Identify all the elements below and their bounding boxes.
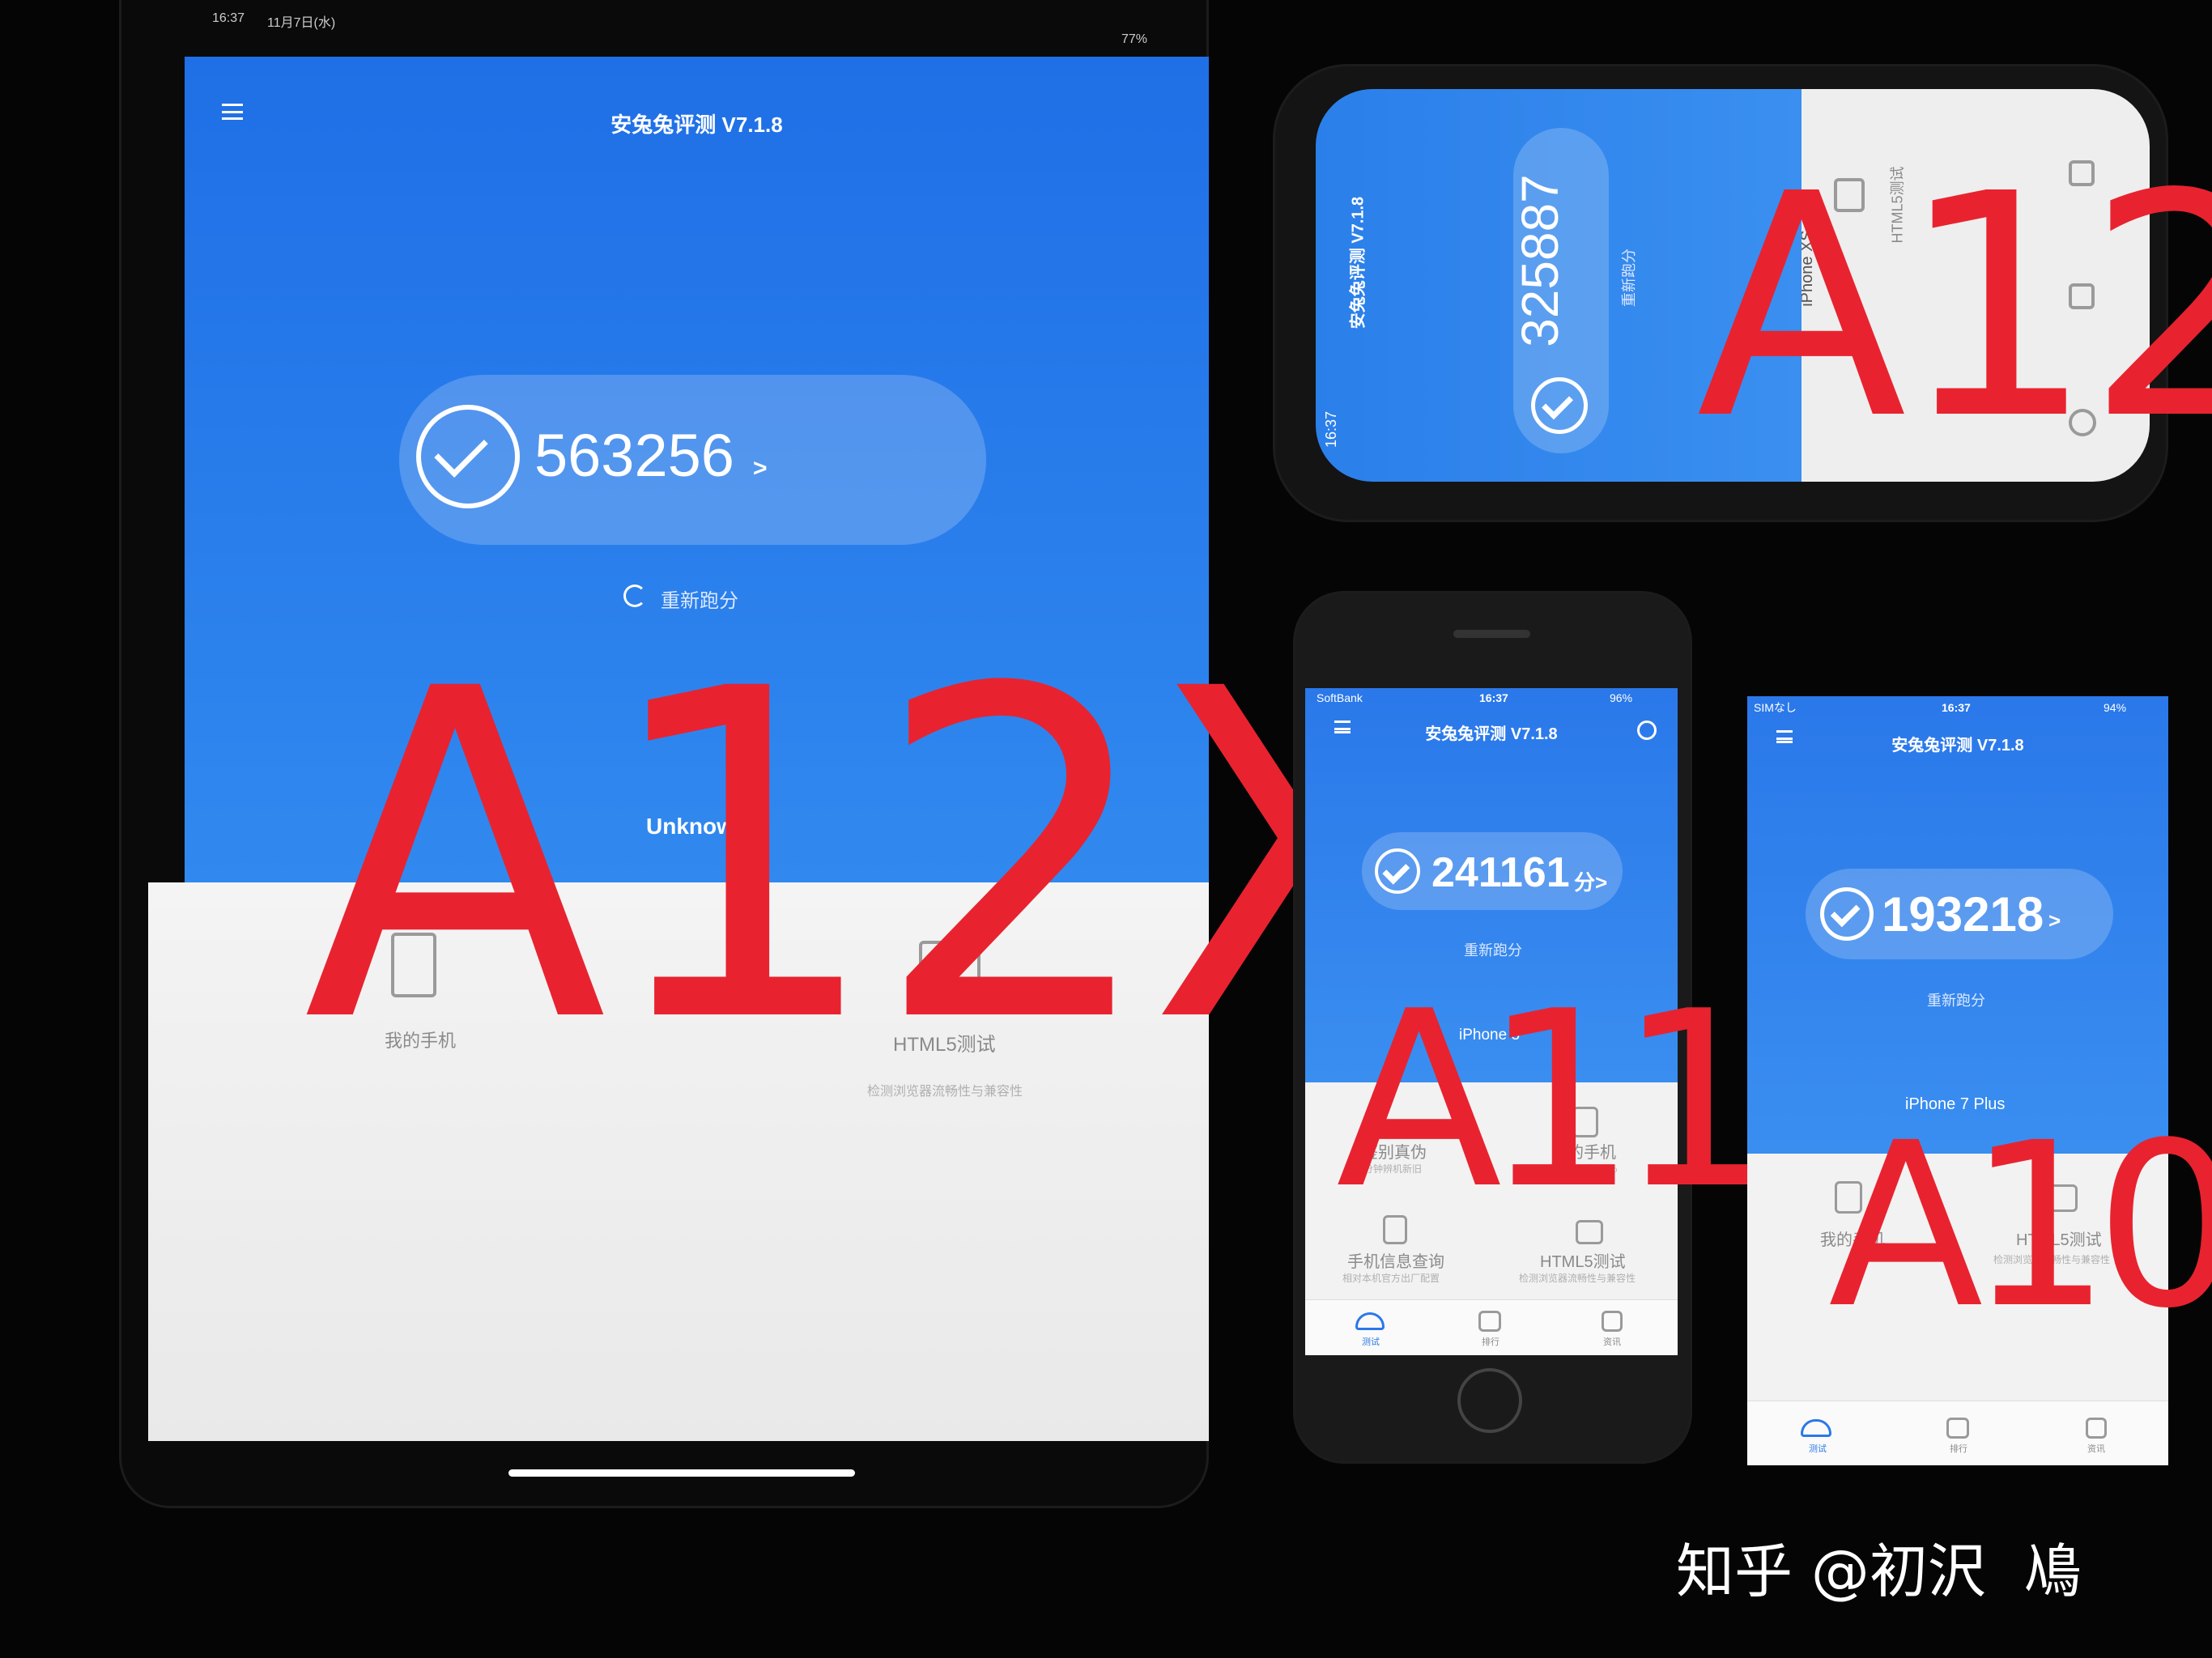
iphone-7plus-screen: SIMなし 16:37 94% 安兔兔评测 V7.1.8 193218 > 重新…: [1747, 696, 2168, 1154]
app-title: 安兔兔评测 V7.1.8: [610, 113, 783, 137]
i7p-status-time: 16:37: [1942, 701, 1971, 714]
i8-tab-rank-icon[interactable]: [1478, 1311, 1501, 1332]
iphone-8-home-button[interactable]: [1457, 1368, 1522, 1433]
i8-status-carrier: SoftBank: [1317, 691, 1363, 704]
i7p-status-carrier: SIMなし: [1754, 701, 1797, 714]
i7p-retest-label[interactable]: 重新跑分: [1927, 989, 1985, 1010]
annotation-a11: A11: [1336, 959, 1772, 1242]
i8-retest-label[interactable]: 重新跑分: [1464, 939, 1522, 960]
annotation-a10: A10: [1828, 1095, 2212, 1358]
i7p-tab-rank-label[interactable]: 排行: [1950, 1442, 1967, 1455]
xs-score-value: 325887: [1510, 174, 1569, 347]
i7p-app-title: 安兔兔评测 V7.1.8: [1891, 737, 2024, 755]
i8-html5-sub: 检测浏览器流畅性与兼容性: [1519, 1273, 1636, 1284]
i8-status-time: 16:37: [1479, 691, 1508, 704]
i8-score-value: 241161: [1431, 849, 1570, 896]
score-value: 563256: [534, 422, 734, 489]
xs-check-icon: [1531, 377, 1588, 434]
i8-score-suffix: 分>: [1574, 870, 1608, 895]
i8-status-battery: 96%: [1610, 691, 1633, 704]
i8-app-title: 安兔兔评测 V7.1.8: [1425, 725, 1558, 743]
i7p-tab-test-label[interactable]: 测试: [1809, 1442, 1827, 1455]
ipad-status-time: 16:37: [212, 11, 245, 25]
score-arrow: >: [753, 455, 768, 482]
i8-profile-icon[interactable]: [1637, 721, 1657, 740]
i7p-tab-rank-icon[interactable]: [1946, 1418, 1969, 1439]
i8-info-label[interactable]: 手机信息查询: [1347, 1248, 1444, 1272]
i7p-check-icon: [1820, 887, 1874, 941]
home-indicator: [508, 1469, 855, 1477]
i8-tab-rank-label[interactable]: 排行: [1482, 1335, 1499, 1348]
i7p-status-battery: 94%: [2104, 701, 2127, 714]
i8-html5-label[interactable]: HTML5测试: [1540, 1248, 1626, 1272]
i8-tab-info-icon[interactable]: [1602, 1311, 1623, 1332]
i8-tab-info-label[interactable]: 资讯: [1603, 1335, 1621, 1348]
i7p-score-value: 193218: [1882, 887, 2044, 942]
annotation-a12x: A12X: [303, 594, 1453, 1122]
i8-check-icon: [1375, 848, 1420, 894]
check-icon: [416, 405, 520, 508]
xs-retest-label[interactable]: 重新跑分: [1618, 249, 1639, 307]
xs-app-title: 安兔兔评测 V7.1.8: [1349, 196, 1368, 329]
ipad-status-battery: 77%: [1121, 32, 1148, 46]
watermark: 知乎 @初沢 鳰: [1676, 1537, 2082, 1605]
iphone-8-speaker: [1453, 630, 1530, 638]
i7p-tab-info-label[interactable]: 资讯: [2087, 1442, 2105, 1455]
i8-info-sub: 相对本机官方出厂配置: [1342, 1273, 1440, 1284]
xs-status-time: 16:37: [1323, 410, 1340, 449]
ipad-status-date: 11月7日(水): [267, 16, 336, 30]
i8-tab-test-label[interactable]: 测试: [1362, 1335, 1380, 1348]
i7p-score-arrow: >: [2048, 908, 2061, 933]
annotation-a12: A12: [1696, 128, 2212, 487]
i7p-tab-info-icon[interactable]: [2086, 1418, 2107, 1439]
